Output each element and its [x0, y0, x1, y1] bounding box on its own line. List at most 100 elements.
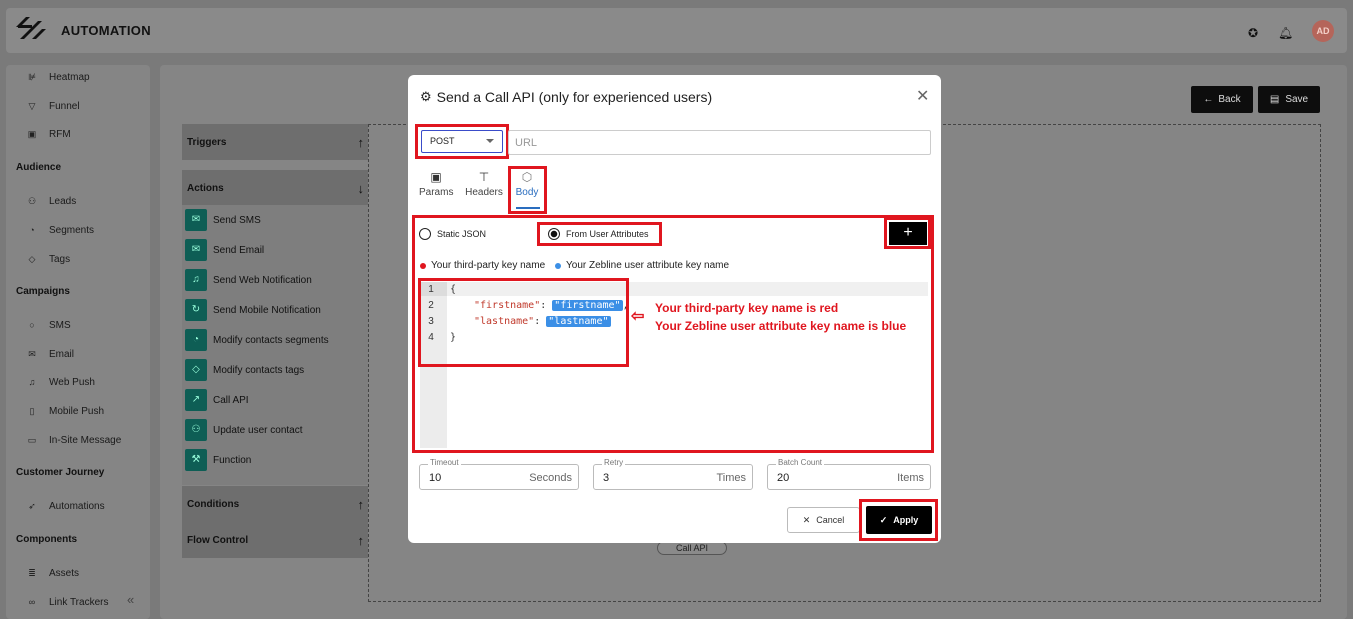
highlight-body-tab — [508, 166, 547, 214]
annotation-red: Your third-party key name is red — [655, 301, 839, 315]
headers-icon: ⊤ — [478, 170, 490, 184]
chevron-down-icon — [486, 139, 494, 143]
funnel-icon: ▽ — [28, 101, 36, 111]
sidebar-heading-campaigns: Campaigns — [16, 286, 70, 297]
batch-count-field[interactable]: Batch Count 20 Items — [767, 458, 931, 490]
radio-static-json[interactable]: Static JSON — [419, 228, 486, 240]
arrow-up-icon: ↑ — [357, 496, 365, 512]
rocket-icon: ➶ — [28, 501, 36, 511]
flow-control-header[interactable]: Flow Control ↑ — [182, 522, 368, 558]
link-icon: ∞ — [28, 597, 36, 607]
retry-field[interactable]: Retry 3 Times — [593, 458, 753, 490]
email-icon: ✉ — [28, 349, 36, 359]
sidebar-item-in-site-message[interactable]: ▭ In-Site Message — [26, 433, 122, 447]
action-call-api[interactable]: ↗ Call API — [185, 389, 249, 411]
close-icon[interactable]: ✕ — [916, 86, 929, 106]
radio-off — [419, 228, 431, 240]
close-icon: ✕ — [802, 515, 811, 525]
sms-icon: ○ — [29, 320, 35, 330]
arrow-up-icon: ↑ — [357, 532, 365, 548]
params-icon: ▣ — [430, 170, 442, 184]
bell-icon: ♫ — [185, 269, 207, 291]
mobile-icon: ▯ — [29, 406, 35, 416]
legend-red: Your third-party key name — [420, 260, 545, 271]
arrow-left-icon: ⇦ — [631, 308, 645, 325]
sidebar-item-heatmap[interactable]: ⊯ Heatmap — [26, 70, 90, 84]
red-dot-icon — [420, 262, 426, 269]
collapse-sidebar-icon[interactable]: « — [127, 592, 134, 607]
heatmap-icon: ⊯ — [28, 72, 36, 82]
top-bar — [6, 8, 1347, 53]
actions-header[interactable]: Actions ↓ — [182, 170, 368, 206]
action-send-email[interactable]: ✉ Send Email — [185, 239, 264, 261]
bell-icon[interactable]: 🔔︎ — [1278, 26, 1293, 40]
call-api-node[interactable]: Call API — [657, 541, 727, 555]
tag-icon: ◇ — [28, 254, 36, 264]
radio-user-attributes[interactable]: From User Attributes — [548, 228, 649, 240]
action-send-sms[interactable]: ✉ Send SMS — [185, 209, 261, 231]
modal-title: ⚙ Send a Call API (only for experienced u… — [420, 89, 713, 105]
sidebar-item-segments[interactable]: ◔ Segments — [26, 223, 94, 237]
highlight-add — [884, 217, 931, 249]
sidebar-item-leads[interactable]: ⚇ Leads — [26, 194, 76, 208]
action-modify-segments[interactable]: ◔ Modify contacts segments — [185, 329, 329, 351]
arrow-down-icon: ↓ — [357, 180, 365, 196]
tab-params[interactable]: ▣ Params — [419, 170, 453, 198]
method-select[interactable]: POST — [421, 130, 503, 153]
message-icon: ▭ — [27, 435, 37, 445]
timeout-field[interactable]: Timeout 10 Seconds — [419, 458, 579, 490]
hammer-icon: ⚒ — [185, 449, 207, 471]
action-update-user-contact[interactable]: ⚇ Update user contact — [185, 419, 303, 441]
save-icon: ▤ — [1269, 94, 1280, 105]
tag-icon: ◇ — [185, 359, 207, 381]
triggers-header[interactable]: Triggers ↑ — [182, 124, 368, 160]
users-icon: ⚇ — [27, 196, 37, 206]
sidebar-item-web-push[interactable]: ♫ Web Push — [26, 375, 95, 389]
blue-dot-icon — [555, 262, 561, 269]
help-icon[interactable]: ✪ — [1246, 26, 1260, 40]
sms-icon: ✉ — [185, 209, 207, 231]
arrow-up-icon: ↑ — [357, 134, 365, 150]
highlight-code — [418, 278, 629, 367]
action-function[interactable]: ⚒ Function — [185, 449, 251, 471]
sidebar-item-sms[interactable]: ○ SMS — [26, 318, 70, 332]
highlight-apply — [859, 499, 938, 541]
sidebar-heading-components: Components — [16, 534, 78, 545]
conditions-header[interactable]: Conditions ↑ — [182, 486, 368, 522]
sidebar-item-automations[interactable]: ➶ Automations — [26, 499, 104, 513]
rfm-icon: ▣ — [27, 129, 37, 139]
action-modify-tags[interactable]: ◇ Modify contacts tags — [185, 359, 304, 381]
sidebar-item-rfm[interactable]: ▣ RFM — [26, 127, 71, 141]
sidebar-item-tags[interactable]: ◇ Tags — [26, 252, 71, 266]
pie-icon: ◔ — [185, 329, 207, 351]
sidebar-item-funnel[interactable]: ▽ Funnel — [26, 99, 80, 113]
gear-icon: ⚙ — [420, 89, 432, 104]
tab-headers[interactable]: ⊤ Headers — [465, 170, 503, 198]
sidebar-item-link-trackers[interactable]: ∞ Link Trackers — [26, 595, 109, 609]
avatar[interactable]: AD — [1312, 20, 1334, 42]
annotation-blue: Your Zebline user attribute key name is … — [655, 319, 907, 333]
action-send-web-notification[interactable]: ♫ Send Web Notification — [185, 269, 312, 291]
mobile-icon: ↻ — [185, 299, 207, 321]
action-send-mobile-notification[interactable]: ↻ Send Mobile Notification — [185, 299, 321, 321]
api-icon: ↗ — [185, 389, 207, 411]
bell-icon: ♫ — [28, 377, 36, 387]
url-input[interactable]: URL — [508, 130, 931, 155]
logo-icon[interactable] — [16, 17, 50, 47]
pie-icon: ◔ — [29, 225, 35, 235]
save-button[interactable]: ▤ Save — [1258, 86, 1320, 113]
sidebar-item-assets[interactable]: ≣ Assets — [26, 566, 79, 580]
sidebar-heading-audience: Audience — [16, 162, 62, 173]
email-icon: ✉ — [185, 239, 207, 261]
assets-icon: ≣ — [28, 568, 36, 578]
radio-on — [548, 228, 560, 240]
cancel-button[interactable]: ✕ Cancel — [787, 507, 860, 533]
sidebar-item-email[interactable]: ✉ Email — [26, 347, 74, 361]
back-button[interactable]: ← Back — [1191, 86, 1253, 113]
arrow-left-icon: ← — [1203, 94, 1214, 105]
users-icon: ⚇ — [185, 419, 207, 441]
app-title: AUTOMATION — [61, 23, 151, 38]
sidebar-heading-customer-journey: Customer Journey — [16, 467, 105, 478]
sidebar-item-mobile-push[interactable]: ▯ Mobile Push — [26, 404, 105, 418]
legend-blue: Your Zebline user attribute key name — [555, 260, 729, 271]
